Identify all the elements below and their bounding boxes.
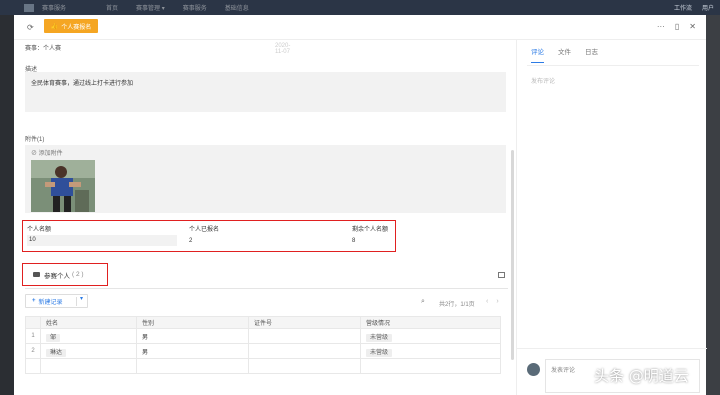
- remaining-value: 8: [352, 238, 356, 244]
- name-chip: 邹: [46, 333, 61, 342]
- event-field: 赛事：个人赛: [25, 46, 62, 52]
- empty-cell[interactable]: [248, 358, 361, 374]
- gender-cell[interactable]: 男: [136, 328, 249, 344]
- side-tabs: 评论 文件 日志: [531, 46, 598, 63]
- header-icons: ··· ▯ ✕: [657, 22, 696, 31]
- plus-icon: +: [32, 298, 36, 304]
- table-header-index: [25, 316, 41, 329]
- status-cell[interactable]: 未营级: [360, 343, 501, 359]
- participant-count: ( 2 ): [72, 271, 84, 278]
- table-view-icon[interactable]: [498, 272, 505, 278]
- empty-cell[interactable]: [40, 358, 137, 374]
- row-index: 2: [25, 343, 41, 359]
- description-field[interactable]: 全民体育赛事，通过线上打卡进行参加: [25, 72, 506, 112]
- folder-icon: [33, 272, 40, 277]
- pager-arrows: ‹ ›: [486, 298, 499, 305]
- table-empty-row[interactable]: [25, 358, 501, 374]
- id-cell[interactable]: [248, 343, 361, 359]
- row-index: [25, 358, 41, 374]
- table-header-row: 姓名 性别 证件号 营级情况: [25, 316, 501, 329]
- bg-app-name: 赛事服务: [42, 6, 67, 12]
- attachment-thumbnail[interactable]: [31, 160, 95, 212]
- add-attachment-label: 添加附件: [38, 151, 63, 157]
- id-cell[interactable]: [248, 328, 361, 344]
- status-badge: 未营级: [366, 348, 393, 357]
- tab-logs[interactable]: 日志: [585, 46, 598, 63]
- tab-files[interactable]: 文件: [558, 46, 571, 63]
- empty-cell[interactable]: [360, 358, 501, 374]
- prev-page-icon[interactable]: ‹: [486, 298, 488, 305]
- avatar: [527, 363, 540, 376]
- record-modal: ⟳ 👍 个人赛报名 ··· ▯ ✕ 赛事：个人赛 2020-11-07 描述 全…: [14, 15, 707, 395]
- enrolled-label: 个人已报名: [189, 227, 220, 233]
- pager-text: 共2行，1/1页: [439, 302, 475, 308]
- enrolled-value: 2: [189, 238, 193, 244]
- next-page-icon[interactable]: ›: [496, 298, 498, 305]
- table-header[interactable]: 营级情况: [360, 316, 501, 329]
- background-topbar: 赛事服务 首页 赛事管理 ▾ 赛事服务 基础信息: [0, 0, 720, 15]
- quota-section: 个人名额 10 个人已报名 2 剩余个人名额 8: [22, 220, 396, 252]
- name-cell[interactable]: 邹: [40, 328, 137, 344]
- bg-workflow: 工作流: [673, 6, 692, 12]
- section-divider: [25, 288, 508, 289]
- tab-comments[interactable]: 评论: [531, 46, 544, 63]
- bg-nav-home: 首页: [106, 6, 119, 12]
- bg-user: 用户: [701, 6, 714, 12]
- sidebar-toggle-icon[interactable]: ▯: [675, 22, 679, 31]
- more-icon[interactable]: ···: [657, 22, 665, 31]
- attachment-box: ⊘ 添加附件: [25, 145, 506, 213]
- table-header[interactable]: 姓名: [40, 316, 137, 329]
- button-separator: [76, 297, 77, 306]
- close-icon[interactable]: ✕: [689, 22, 696, 31]
- add-record-label: 新建记录: [38, 299, 63, 306]
- remaining-label: 剩余个人名额: [352, 227, 389, 233]
- action-button-label: 个人赛报名: [61, 24, 92, 31]
- status-cell[interactable]: 未营级: [360, 328, 501, 344]
- gender-cell[interactable]: 男: [136, 343, 249, 359]
- thumb-icon: 👍: [50, 23, 59, 30]
- table-row[interactable]: 2 琳达 男 未营级: [25, 343, 501, 359]
- participant-section-title[interactable]: 参赛个人 ( 2 ): [22, 263, 108, 286]
- tab-divider: [527, 65, 699, 66]
- date-field[interactable]: 2020-11-07: [275, 43, 290, 55]
- background-right: [706, 15, 720, 395]
- quota-value[interactable]: 10: [27, 235, 177, 246]
- table-row[interactable]: 1 邹 男 未营级: [25, 328, 501, 344]
- bg-nav-manage: 赛事管理 ▾: [136, 6, 165, 12]
- name-cell[interactable]: 琳达: [40, 343, 137, 359]
- quota-label: 个人名额: [27, 227, 52, 233]
- bg-nav-service: 赛事服务: [182, 6, 207, 12]
- participant-table: 姓名 性别 证件号 营级情况 1 邹 男 未营级 2 琳达 男 未营级: [25, 316, 501, 374]
- scrollbar[interactable]: [511, 150, 514, 360]
- refresh-icon[interactable]: ⟳: [27, 23, 34, 32]
- table-header[interactable]: 性别: [136, 316, 249, 329]
- participant-label: 参赛个人: [44, 272, 70, 280]
- add-attachment-button[interactable]: ⊘ 添加附件: [31, 148, 63, 157]
- event-row: 赛事：个人赛 2020-11-07: [25, 43, 290, 55]
- bg-right-items: 工作流 用户: [674, 3, 714, 12]
- status-badge: 未营级: [366, 333, 393, 342]
- chevron-down-icon[interactable]: ▾: [80, 295, 83, 302]
- watermark: 头条 @明道云: [594, 367, 689, 385]
- search-icon[interactable]: ⌕: [421, 298, 425, 306]
- table-header[interactable]: 证件号: [248, 316, 361, 329]
- comments-placeholder: 发布评论: [531, 79, 556, 85]
- paperclip-icon: ⊘: [31, 151, 39, 157]
- name-chip: 琳达: [46, 348, 67, 357]
- empty-cell[interactable]: [136, 358, 249, 374]
- action-button[interactable]: 👍 个人赛报名: [44, 19, 98, 33]
- background-left: [0, 15, 14, 395]
- app-logo: [24, 3, 34, 12]
- modal-header: ⟳ 👍 个人赛报名 ··· ▯ ✕: [14, 15, 706, 40]
- bg-nav-info: 基础信息: [224, 6, 249, 12]
- side-panel: 评论 文件 日志 发布评论 发表评论: [516, 40, 707, 395]
- attachment-label: 附件(1): [25, 137, 45, 143]
- add-record-button[interactable]: + 新建记录 ▾: [25, 294, 88, 308]
- row-index: 1: [25, 328, 41, 344]
- record-main: 赛事：个人赛 2020-11-07 描述 全民体育赛事，通过线上打卡进行参加 附…: [14, 40, 516, 395]
